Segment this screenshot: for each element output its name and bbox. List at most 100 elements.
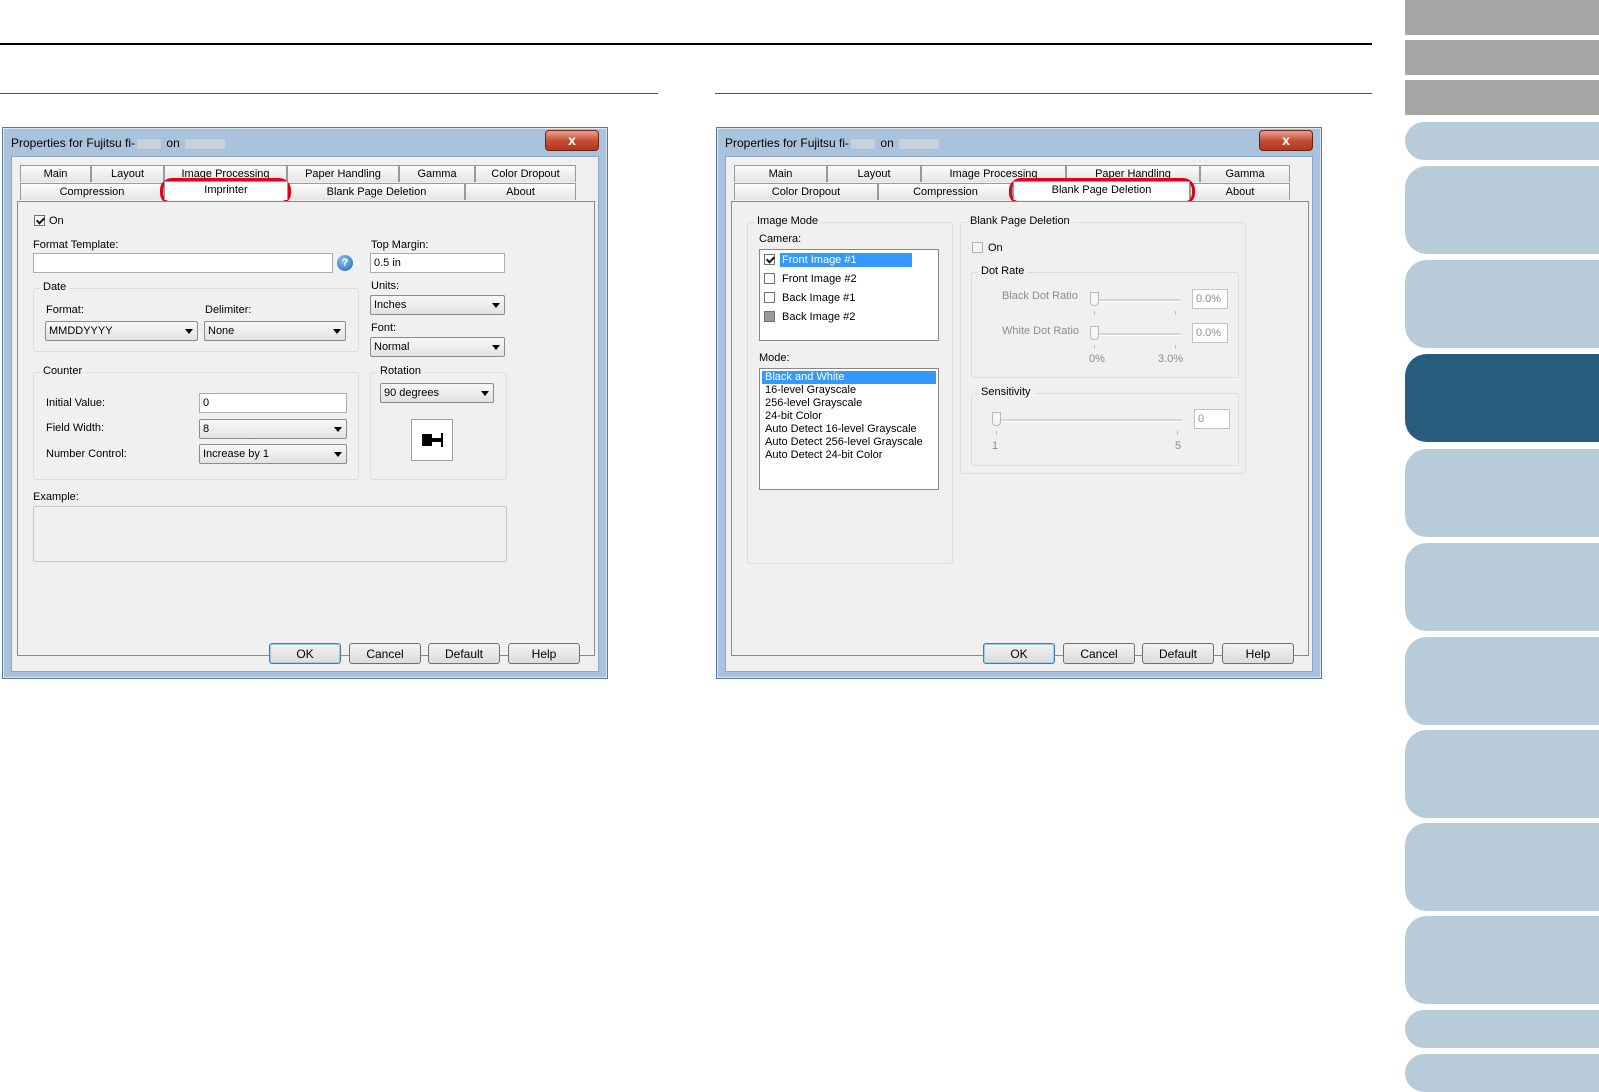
tab-compression[interactable]: Compression [878, 183, 1013, 200]
mode-item[interactable]: Auto Detect 256-level Grayscale [762, 436, 936, 449]
mode-list[interactable]: Black and White 16-level Grayscale 256-l… [759, 368, 939, 490]
rotation-value: 90 degrees [384, 387, 440, 399]
tab-color-dropout[interactable]: Color Dropout [734, 183, 878, 200]
nav-tab-6[interactable] [1405, 260, 1599, 348]
image-mode-title: Image Mode [754, 215, 822, 227]
tab-gamma[interactable]: Gamma [1200, 165, 1290, 182]
font-dropdown[interactable]: Normal [370, 337, 505, 357]
section-rule-right [715, 93, 1372, 94]
black-dot-slider-track [1094, 299, 1180, 302]
mode-item[interactable]: 256-level Grayscale [762, 397, 936, 410]
camera-item-label: Front Image #1 [780, 253, 912, 267]
default-button[interactable]: Default [1142, 643, 1214, 664]
nav-tab-9[interactable] [1405, 543, 1599, 631]
nav-tab-15[interactable] [1405, 1054, 1599, 1092]
mode-item[interactable]: 16-level Grayscale [762, 384, 936, 397]
rotation-dropdown[interactable]: 90 degrees [380, 383, 494, 403]
nav-tab-14[interactable] [1405, 1010, 1599, 1048]
camera-list[interactable]: Front Image #1 Front Image #2 Back Image… [759, 249, 939, 341]
tab-about[interactable]: About [1190, 183, 1290, 200]
number-control-label: Number Control: [46, 448, 127, 460]
cancel-button[interactable]: Cancel [349, 643, 421, 664]
initial-value-input[interactable]: 0 [199, 393, 347, 413]
tab-paper-handling[interactable]: Paper Handling [287, 165, 399, 182]
tab-blank-page-deletion[interactable]: Blank Page Deletion [1013, 181, 1190, 200]
sens-min-label: 1 [992, 440, 999, 452]
help-button[interactable]: Help [1222, 643, 1294, 664]
tab-layout[interactable]: Layout [91, 165, 164, 182]
white-dot-slider-thumb[interactable] [1090, 326, 1099, 340]
on-checkbox[interactable] [34, 215, 45, 226]
tab-layout[interactable]: Layout [827, 165, 921, 182]
nav-tab-1[interactable] [1405, 0, 1599, 35]
default-button[interactable]: Default [428, 643, 500, 664]
chevron-down-icon [481, 391, 489, 396]
camera-checkbox[interactable] [764, 254, 775, 265]
tab-main[interactable]: Main [734, 165, 827, 182]
format-dropdown[interactable]: MMDDYYYY [45, 321, 198, 341]
sensitivity-slider-thumb[interactable] [992, 412, 1001, 426]
tab-about[interactable]: About [465, 183, 576, 200]
top-margin-input[interactable]: 0.5 in [370, 253, 505, 273]
tab-compression[interactable]: Compression [20, 183, 164, 200]
units-value: Inches [374, 299, 407, 311]
camera-checkbox[interactable] [764, 311, 775, 322]
delimiter-dropdown[interactable]: None [204, 321, 346, 341]
nav-tab-12[interactable] [1405, 823, 1599, 911]
units-dropdown[interactable]: Inches [370, 295, 505, 315]
bpd-group-title: Blank Page Deletion [967, 215, 1073, 227]
mode-item[interactable]: 24-bit Color [762, 410, 936, 423]
top-rule [0, 43, 1372, 45]
redacted-host [185, 138, 226, 149]
ok-button[interactable]: OK [983, 643, 1055, 664]
close-button[interactable]: x [545, 130, 599, 151]
nav-tab-5[interactable] [1405, 166, 1599, 254]
black-dot-slider-thumb[interactable] [1090, 292, 1099, 306]
tab-page: On Format Template: ? Top Margin: 0.5 in… [17, 201, 595, 656]
tab-gamma[interactable]: Gamma [399, 165, 475, 182]
cancel-button[interactable]: Cancel [1063, 643, 1135, 664]
imprinter-dialog: Properties for Fujitsu fi- on x Main Lay… [2, 127, 608, 679]
mode-item[interactable]: Auto Detect 24-bit Color [762, 449, 936, 462]
white-dot-ratio-input[interactable]: 0.0% [1192, 323, 1228, 343]
nav-tab-3[interactable] [1405, 80, 1599, 115]
white-dot-slider-track [1094, 333, 1180, 336]
nav-tab-2[interactable] [1405, 40, 1599, 75]
help-icon[interactable]: ? [337, 255, 353, 271]
title-text: Properties for Fujitsu fi- [11, 136, 136, 150]
tab-main[interactable]: Main [20, 165, 91, 182]
nav-tab-8[interactable] [1405, 449, 1599, 537]
tick [1175, 345, 1176, 349]
ok-button[interactable]: OK [269, 643, 341, 664]
tick [996, 431, 997, 435]
title-on: on [880, 136, 894, 150]
black-dot-ratio-input[interactable]: 0.0% [1192, 289, 1228, 309]
nav-tab-13[interactable] [1405, 916, 1599, 1004]
mode-item[interactable]: Black and White [762, 371, 936, 384]
field-width-dropdown[interactable]: 8 [199, 419, 347, 439]
tab-blank-page-deletion[interactable]: Blank Page Deletion [288, 183, 465, 200]
camera-checkbox[interactable] [764, 273, 775, 284]
nav-tab-7-active[interactable] [1405, 354, 1599, 442]
sensitivity-title: Sensitivity [978, 386, 1034, 398]
help-button[interactable]: Help [508, 643, 580, 664]
nav-tab-11[interactable] [1405, 730, 1599, 818]
sensitivity-input[interactable]: 0 [1194, 409, 1230, 429]
bpd-on-checkbox[interactable] [972, 242, 983, 253]
close-button[interactable]: x [1259, 130, 1313, 151]
tab-color-dropout[interactable]: Color Dropout [475, 165, 576, 182]
number-control-dropdown[interactable]: Increase by 1 [199, 444, 347, 464]
nav-tab-4[interactable] [1405, 122, 1599, 160]
tick [1094, 311, 1095, 315]
format-template-input[interactable] [33, 253, 333, 273]
top-margin-label: Top Margin: [371, 239, 429, 251]
tab-imprinter[interactable]: Imprinter [164, 181, 288, 200]
font-label: Font: [371, 322, 397, 334]
white-dot-ratio-label: White Dot Ratio [1002, 325, 1080, 337]
mode-item[interactable]: Auto Detect 16-level Grayscale [762, 423, 936, 436]
nav-tab-10[interactable] [1405, 637, 1599, 725]
dialog-panel: Main Layout Image Processing Paper Handl… [11, 156, 599, 672]
dialog-panel: Main Layout Image Processing Paper Handl… [725, 156, 1313, 672]
field-width-label: Field Width: [46, 422, 105, 434]
camera-checkbox[interactable] [764, 292, 775, 303]
